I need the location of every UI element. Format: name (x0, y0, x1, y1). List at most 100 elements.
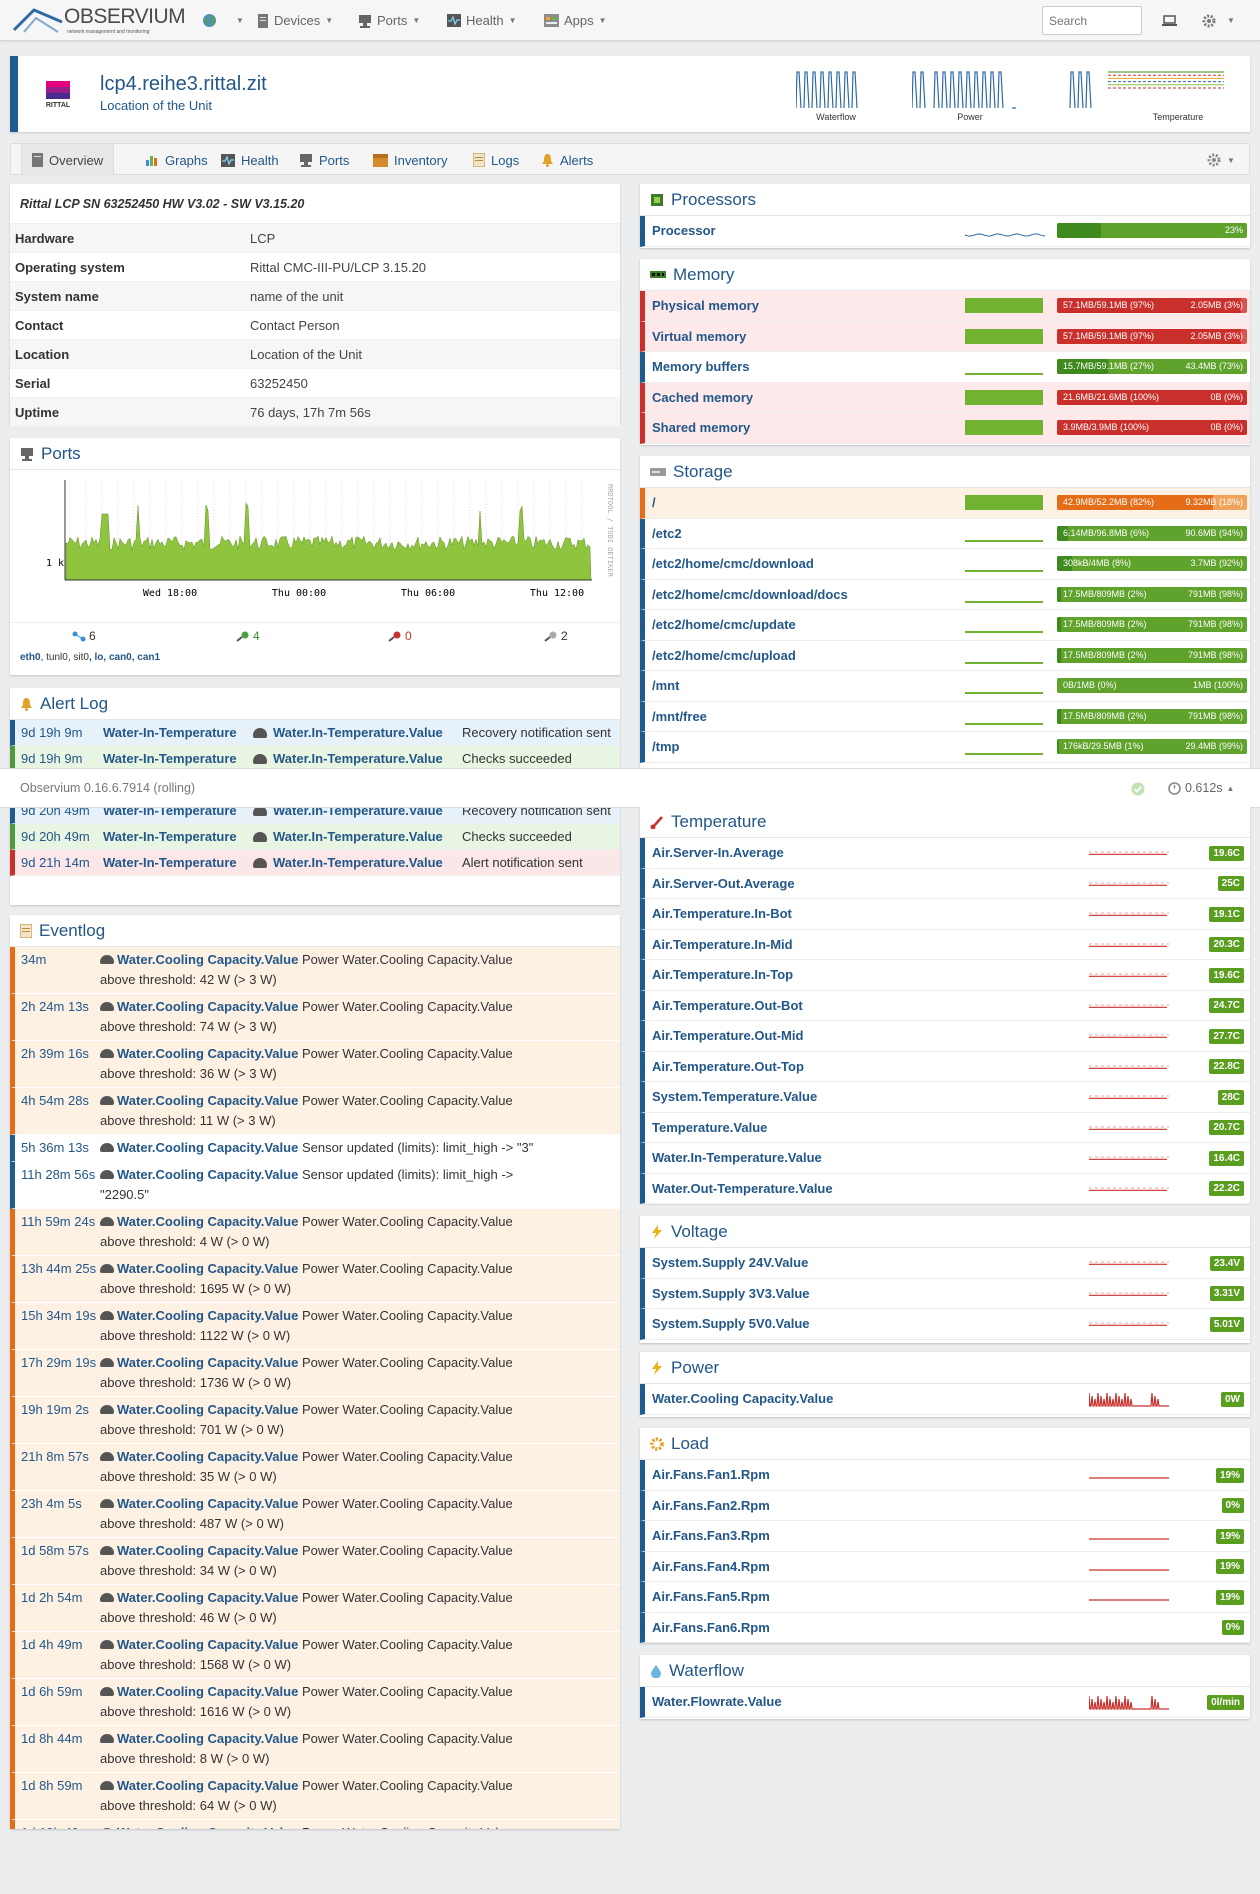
storage-row[interactable]: /etc2/home/cmc/upload 17.5MB/809MB (2%) 79… (640, 640, 1250, 671)
voltage-sensor-row-sparkline[interactable] (1089, 1315, 1169, 1333)
power-sensor-row-sparkline[interactable] (1089, 1390, 1169, 1408)
temperature-sensor-row[interactable]: Water.In-Temperature.Value 16.4C (640, 1143, 1250, 1174)
usage-sparkline[interactable] (965, 631, 1043, 633)
load-sensor-row-sparkline[interactable] (1089, 1527, 1169, 1545)
event-entity-link[interactable]: Water.Cooling Capacity.Value (117, 1825, 298, 1829)
memory-header[interactable]: Memory (640, 259, 1250, 291)
ports-traffic-graph[interactable]: 1 k 0 Wed 18:00Thu 00:00Thu 06:00Thu 12:… (10, 474, 620, 604)
storage-row-usage-bar[interactable]: 308kB/4MB (8%) 3.7MB (92%) (1057, 556, 1247, 571)
load-header[interactable]: Load (640, 1428, 1250, 1460)
waterflow-sensor-row-sparkline[interactable] (1089, 1693, 1169, 1711)
device-hostname[interactable]: lcp4.reihe3.rittal.zit (100, 73, 267, 96)
temperature-sensor-row-sparkline[interactable] (1089, 844, 1169, 862)
alert-log-row[interactable]: 9d 21h 14m Water-In-Temperature Water.In-T… (10, 850, 620, 876)
search-input[interactable] (1042, 6, 1142, 35)
tab-overview[interactable]: Overview (21, 144, 115, 176)
waterflow-sensor-row[interactable]: Water.Flowrate.Value 0l/min (640, 1687, 1250, 1718)
port-link[interactable]: , tunl0 (41, 652, 68, 663)
usage-sparkline[interactable] (965, 298, 1043, 313)
usage-sparkline[interactable] (965, 420, 1043, 435)
waterflow-header[interactable]: Waterflow (640, 1655, 1250, 1687)
tab-ports[interactable]: Ports (289, 144, 359, 176)
usage-sparkline[interactable] (965, 328, 1043, 344)
temperature-sensor-row[interactable]: Air.Temperature.Out-Bot 24.7C (640, 990, 1250, 1021)
voltage-header[interactable]: Voltage (640, 1216, 1250, 1248)
load-sensor-row[interactable]: Air.Fans.Fan4.Rpm 19% (640, 1551, 1250, 1582)
event-entity-link[interactable]: Water.Cooling Capacity.Value (117, 1046, 298, 1061)
event-entity-link[interactable]: Water.Cooling Capacity.Value (117, 1308, 298, 1323)
storage-row[interactable]: /mnt/free 17.5MB/809MB (2%) 791MB (98%) (640, 701, 1250, 732)
voltage-sensor-row[interactable]: System.Supply 5V0.Value 5.01V (640, 1309, 1250, 1340)
usage-sparkline[interactable] (965, 373, 1043, 375)
storage-header[interactable]: Storage (640, 456, 1250, 488)
port-link[interactable]: , can0 (103, 652, 131, 663)
temperature-sensor-row-sparkline[interactable] (1089, 936, 1169, 954)
tab-logs[interactable]: Logs (463, 144, 529, 176)
load-sensor-row-sparkline[interactable] (1089, 1619, 1169, 1637)
load-sensor-row[interactable]: Air.Fans.Fan1.Rpm 19% (640, 1460, 1250, 1491)
usage-sparkline[interactable] (965, 600, 1043, 603)
storage-row-usage-bar[interactable]: 17.5MB/809MB (2%) 791MB (98%) (1057, 708, 1247, 724)
usage-sparkline[interactable] (965, 389, 1043, 405)
ports-up-count[interactable]: 4 (236, 629, 260, 643)
event-entity-link[interactable]: Water.Cooling Capacity.Value (117, 1449, 298, 1464)
temperature-sensor-row[interactable]: Air.Server-In.Average 19.6C (640, 838, 1250, 869)
load-sensor-row[interactable]: Air.Fans.Fan5.Rpm 19% (640, 1582, 1250, 1613)
temperature-sensor-row-sparkline[interactable] (1089, 1180, 1169, 1198)
nav-health[interactable]: Health ▼ (447, 0, 517, 41)
usage-sparkline[interactable] (965, 722, 1043, 725)
power-sensor-row[interactable]: Water.Cooling Capacity.Value 0W (640, 1384, 1250, 1415)
memory-row-usage-bar[interactable]: 57.1MB/59.1MB (97%) 2.05MB (3%) (1057, 328, 1247, 344)
load-sensor-row-sparkline[interactable] (1089, 1497, 1169, 1515)
ports-panel-header[interactable]: Ports (10, 438, 620, 470)
power-header[interactable]: Power (640, 1352, 1250, 1384)
storage-row[interactable]: /etc2 6.14MB/96.8MB (6%) 90.6MB (94%) (640, 518, 1250, 549)
storage-row[interactable]: /etc2/home/cmc/download 308kB/4MB (8%) 3.7… (640, 549, 1250, 580)
memory-row-usage-bar[interactable]: 57.1MB/59.1MB (97%) 2.05MB (3%) (1057, 298, 1247, 313)
load-sensor-row-sparkline[interactable] (1089, 1588, 1169, 1606)
memory-row-usage-bar[interactable]: 21.6MB/21.6MB (100%) 0B (0%) (1057, 389, 1247, 405)
globe-menu[interactable]: ▼ (202, 0, 244, 41)
processor-row[interactable]: Processor 23% (640, 216, 1250, 247)
nav-ports[interactable]: Ports ▼ (358, 0, 420, 41)
temperature-header[interactable]: Temperature (640, 806, 1250, 838)
temperature-sensor-row-sparkline[interactable] (1089, 905, 1169, 923)
storage-row[interactable]: /etc2/home/cmc/update 17.5MB/809MB (2%) 79… (640, 610, 1250, 641)
tab-inventory[interactable]: Inventory (363, 144, 457, 176)
event-entity-link[interactable]: Water.Cooling Capacity.Value (117, 1167, 298, 1182)
event-entity-link[interactable]: Water.Cooling Capacity.Value (117, 1543, 298, 1558)
observium-logo[interactable]: OBSERVIUM network management and monitor… (12, 4, 186, 36)
load-sensor-row-sparkline[interactable] (1089, 1466, 1169, 1484)
processor-usage-bar[interactable]: 23% (1057, 223, 1247, 238)
load-sensor-row-sparkline[interactable] (1089, 1558, 1169, 1576)
event-entity-link[interactable]: Water.Cooling Capacity.Value (117, 1590, 298, 1605)
event-entity-link[interactable]: Water.Cooling Capacity.Value (117, 1496, 298, 1511)
memory-row[interactable]: Cached memory 21.6MB/21.6MB (100%) 0B (0%) (640, 382, 1250, 413)
processors-header[interactable]: Processors (640, 184, 1250, 216)
waterflow-sparkline[interactable] (796, 66, 876, 110)
voltage-sensor-row-sparkline[interactable] (1089, 1285, 1169, 1303)
memory-row[interactable]: Memory buffers 15.7MB/59.1MB (27%) 43.4MB … (640, 352, 1250, 383)
temperature-sparkline[interactable] (1068, 66, 1228, 110)
nav-apps[interactable]: Apps ▼ (544, 0, 607, 41)
device-settings-menu[interactable]: ▼ (1197, 144, 1245, 176)
observium-version[interactable]: Observium 0.16.6.7914 (rolling) (20, 781, 195, 795)
usage-sparkline[interactable] (965, 539, 1043, 542)
load-sensor-row[interactable]: Air.Fans.Fan2.Rpm 0% (640, 1490, 1250, 1521)
tab-graphs[interactable]: Graphs (135, 144, 218, 176)
temperature-sensor-row-sparkline[interactable] (1089, 997, 1169, 1015)
voltage-sensor-row[interactable]: System.Supply 24V.Value 23.4V (640, 1248, 1250, 1279)
temperature-sensor-row-sparkline[interactable] (1089, 966, 1169, 984)
storage-row-usage-bar[interactable]: 17.5MB/809MB (2%) 791MB (98%) (1057, 586, 1247, 602)
memory-row-usage-bar[interactable]: 15.7MB/59.1MB (27%) 43.4MB (73%) (1057, 359, 1247, 374)
temperature-sensor-row-sparkline[interactable] (1089, 1088, 1169, 1106)
memory-row[interactable]: Shared memory 3.9MB/3.9MB (100%) 0B (0%) (640, 413, 1250, 444)
tab-health[interactable]: Health (211, 144, 289, 176)
event-entity-link[interactable]: Water.Cooling Capacity.Value (117, 1093, 298, 1108)
storage-row[interactable]: /etc2/home/cmc/download/docs 17.5MB/809MB… (640, 579, 1250, 610)
port-link[interactable]: , sit0 (68, 652, 89, 663)
storage-row-usage-bar[interactable]: 17.5MB/809MB (2%) 791MB (98%) (1057, 617, 1247, 632)
temperature-sensor-row[interactable]: Water.Out-Temperature.Value 22.2C (640, 1173, 1250, 1204)
temperature-sensor-row[interactable]: Air.Temperature.In-Top 19.6C (640, 960, 1250, 991)
storage-row[interactable]: / 42.9MB/52.2MB (82%) 9.32MB (18%) (640, 488, 1250, 519)
